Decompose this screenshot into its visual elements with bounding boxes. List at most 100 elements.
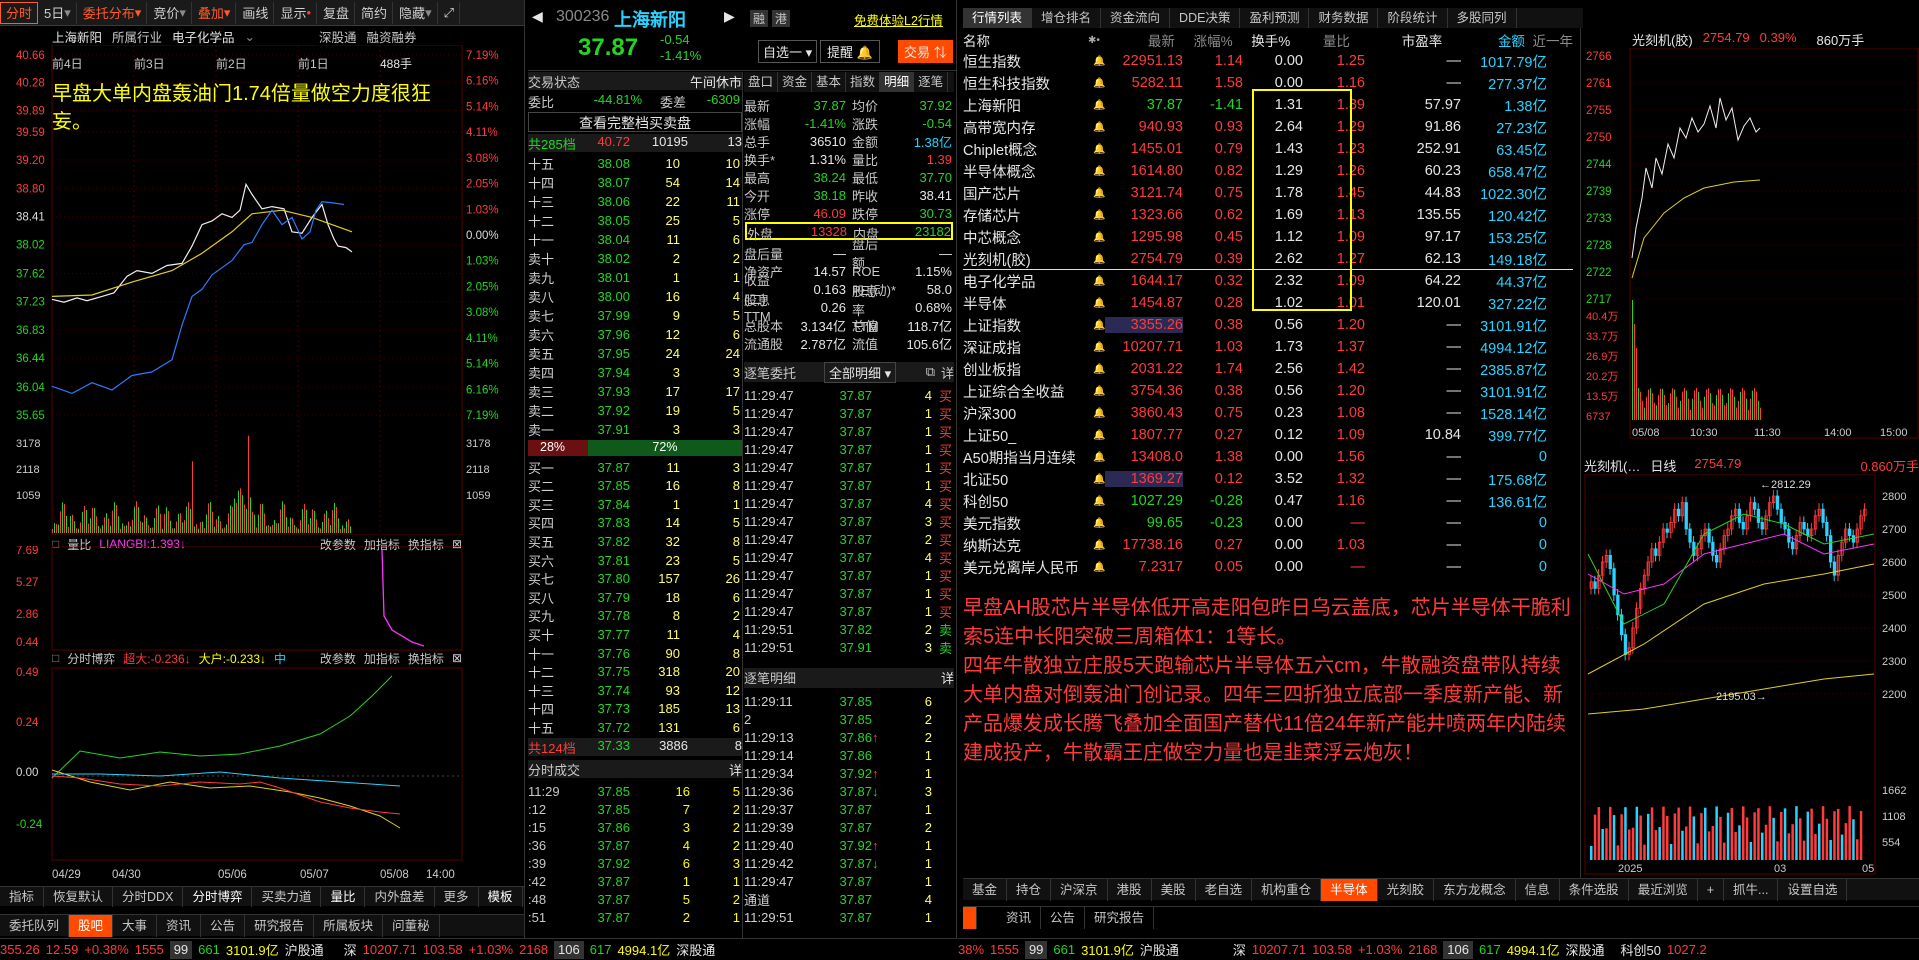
tab-news[interactable]: 资讯 [157,914,202,937]
tab-pankou[interactable]: 盘口 [744,72,779,92]
tab-neiwai[interactable]: 内外盘差 [365,886,435,907]
tab-queue[interactable]: 委托队列 [0,914,70,937]
buy-level-row[interactable]: 买九 37.78 8 2 [528,607,742,625]
buy-level-row[interactable]: 买六 37.81 23 5 [528,551,742,569]
tab-13[interactable]: + [1698,878,1725,901]
tab-jianyue[interactable]: 简约 [356,1,394,24]
buy-level-row[interactable]: 十一 37.76 90 8 [528,644,742,662]
tab-guba[interactable]: 股吧 [69,914,114,937]
tab-8[interactable]: 光刻胶 [1378,878,1435,901]
tab-duogu[interactable]: 多股同列 [1448,8,1517,28]
sell-level-row[interactable]: 卖三 37.93 17 17 [528,382,742,400]
tab-notice[interactable]: 公告 [1041,906,1086,929]
market-row[interactable]: 美元兑离岸人民币 🔔 7.2317 0.05 0.00 — — 0 [963,556,1573,578]
fenshi-more-button[interactable]: 详 [729,760,742,778]
sell-level-row[interactable]: 卖六 37.96 12 6 [528,325,742,343]
tab-yingli[interactable]: 盈利预测 [1240,8,1310,28]
col-turnover[interactable]: 换手% [1233,30,1290,50]
sell-level-row[interactable]: 卖二 37.92 19 5 [528,401,742,419]
sell-level-row[interactable]: 十四 38.07 54 14 [528,173,742,191]
sell-level-row[interactable]: 十二 38.05 25 5 [528,211,742,229]
col-pe[interactable]: 市盈率 [1350,30,1443,50]
tixing-button[interactable]: 提醒 🔔 [820,40,880,63]
tab-list[interactable]: 行情列表 [963,8,1033,28]
buy-level-row[interactable]: 十四 37.73 185 13 [528,700,742,718]
tab-jieduan[interactable]: 阶段统计 [1378,8,1448,28]
tab-5day[interactable]: 5日 ▾ [39,1,77,24]
sell-level-row[interactable]: 十五 38.08 10 10 [528,154,742,172]
sell-level-row[interactable]: 卖十 38.02 2 2 [528,249,742,267]
sell-level-row[interactable]: 卖四 37.94 3 3 [528,363,742,381]
tab-dde[interactable]: DDE决策 [1170,8,1241,28]
tab-7[interactable]: 半导体 [1321,878,1378,901]
tab-template[interactable]: 模板 [479,886,523,907]
tab-boyi[interactable]: 分时博弈 [183,886,253,907]
market-row[interactable]: 沪深300 🔔 3860.43 0.75 0.23 1.08 — 1528.14亿 [963,402,1573,424]
tab-notice[interactable]: 公告 [201,914,246,937]
tab-xianshi[interactable]: 显示 • [275,1,318,24]
tab-research[interactable]: 研究报告 [245,914,315,937]
market-row[interactable]: A50期指当月连续 🔔 13408.0 1.38 0.00 1.56 — 0 [963,446,1573,468]
tab-6[interactable]: 机构重仓 [1252,878,1322,901]
tab-9[interactable]: 东方龙概念 [1434,878,1516,901]
market-row[interactable]: 上证50_ 🔔 1807.77 0.27 0.12 1.09 10.84 399.77亿 [963,424,1573,446]
ticker-value[interactable]: 深股通 [676,940,715,959]
tab-diejia[interactable]: 叠加 ▾ [193,1,237,24]
tab-14[interactable]: 抓牛... [1724,878,1779,901]
tab-5[interactable]: 老自选 [1196,878,1253,901]
buy-level-row[interactable]: 十五 37.72 131 6 [528,718,742,736]
sell-level-row[interactable]: 卖八 38.00 16 4 [528,287,742,305]
tab-11[interactable]: 条件选股 [1560,878,1629,901]
ticker-value[interactable]: 沪股通 [1140,940,1179,959]
tab-zengcang[interactable]: 增仓排名 [1032,8,1102,28]
tab-10[interactable]: 信息 [1516,878,1560,901]
full-orderbook-button[interactable]: 查看完整档买卖盘 [528,112,742,132]
market-row[interactable]: 恒生指数 🔔 22951.13 1.14 0.00 1.25 — 1017.79亿 [963,50,1573,72]
tab-4[interactable]: 美股 [1152,878,1196,901]
jiaoyi-button[interactable]: 交易 ⇅ [898,40,953,63]
sell-level-row[interactable]: 卖七 37.99 9 5 [528,306,742,324]
tab-1[interactable]: 持仓 [1007,878,1052,901]
buy-level-row[interactable]: 买三 37.84 1 1 [528,495,742,513]
tab-indicator[interactable]: 指标 [0,886,45,907]
filter-icon[interactable]: ⧉ [926,364,935,380]
buy-level-row[interactable]: 买四 37.83 14 5 [528,514,742,532]
market-row[interactable]: 科创50 🔔 1027.29 -0.28 0.47 1.16 — 136.61亿 [963,490,1573,512]
ticker-value[interactable]: 深股通 [1565,940,1604,959]
mingxi-more-button[interactable]: 详 [941,668,954,688]
tab-0[interactable]: 基金 [963,878,1008,901]
market-row[interactable]: 纳斯达克 🔔 17738.16 0.27 0.00 1.03 — 0 [963,534,1573,556]
tab-jiben[interactable]: 基本 [812,72,847,92]
tab-caiwu[interactable]: 财务数据 [1309,8,1379,28]
l2-promo-link[interactable]: 免费体验L2行情 [854,10,943,29]
buy-level-row[interactable]: 买二 37.85 16 8 [528,477,742,495]
tab-jingjia[interactable]: 竞价 ▾ [148,1,192,24]
detail-icon[interactable]: 详 [941,363,954,382]
tab-yincang[interactable]: 隐藏 ▾ [394,1,438,24]
col-vr[interactable]: 量比 [1290,30,1350,50]
expand-icon[interactable]: ⤢ [439,1,460,24]
star-icon[interactable]: ✱• [1088,35,1100,46]
buy-level-row[interactable]: 买七 37.80 157 26 [528,570,742,588]
tab-15[interactable]: 设置自选 [1778,878,1848,901]
tab-mingxi[interactable]: 明细 [880,72,915,92]
buy-level-row[interactable]: 买一 37.87 11 3 [528,458,742,476]
col-pct[interactable]: 涨幅% [1175,30,1233,50]
zhubi-select[interactable]: 全部明细 ▾ [824,361,897,383]
tab-2[interactable]: 沪深京 [1051,878,1108,901]
tab-huaxian[interactable]: 画线 [237,1,275,24]
col-amount[interactable]: 金额 [1442,30,1525,50]
tab-reset[interactable]: 恢复默认 [44,886,114,907]
tab-liangbi[interactable]: 量比 [321,886,366,907]
market-row[interactable]: 上证指数 🔔 3355.26 0.38 0.56 1.20 — 3101.91亿 [963,314,1573,336]
tab-news[interactable]: 资讯 [997,906,1042,929]
tab-zhishu[interactable]: 指数 [846,72,881,92]
market-row[interactable]: 深证成指 🔔 10207.71 1.03 1.73 1.37 — 4994.12亿 [963,336,1573,358]
market-row[interactable]: 北证50 🔔 1369.27 0.12 3.52 1.32 — 175.68亿 [963,468,1573,490]
tab-events[interactable]: 大事 [113,914,158,937]
tab-more[interactable]: 更多 [435,886,479,907]
tab-ddx[interactable]: 分时DDX [113,886,184,907]
prev-arrow-icon[interactable]: ◀ [532,8,543,25]
buy-level-row[interactable]: 买十 37.77 11 4 [528,625,742,643]
tab-weituo[interactable]: 委托分布 ▾ [78,1,148,24]
